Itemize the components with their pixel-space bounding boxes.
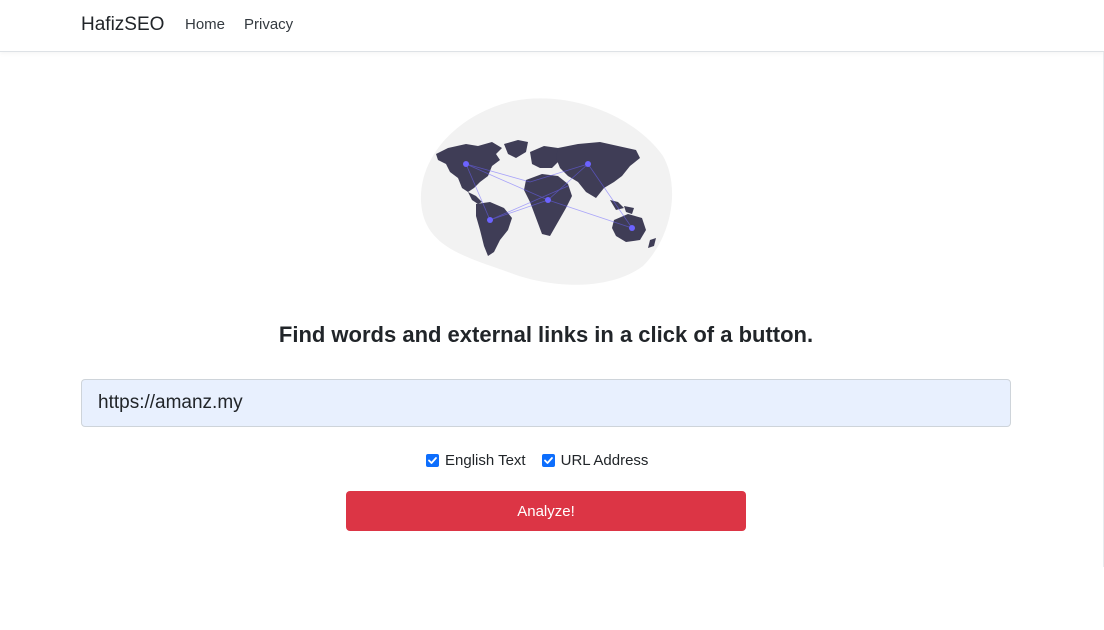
brand-link[interactable]: HafizSEO <box>81 14 164 36</box>
english-text-checkbox[interactable] <box>426 453 439 467</box>
checkmark-icon <box>428 456 437 464</box>
checkmark-icon <box>543 456 553 464</box>
option-url-address[interactable]: URL Address <box>541 452 649 469</box>
analyze-button[interactable]: Analyze! <box>346 491 746 531</box>
english-text-label[interactable]: English Text <box>445 452 526 469</box>
url-address-checkbox[interactable] <box>541 453 555 467</box>
world-map-network-icon <box>418 96 674 288</box>
analysis-options: English Text URL Address <box>426 449 664 471</box>
top-navbar: HafizSEO Home Privacy <box>0 0 1104 52</box>
url-input[interactable] <box>81 379 1011 427</box>
page-headline: Find words and external links in a click… <box>278 322 814 347</box>
nav-link-privacy[interactable]: Privacy <box>244 16 293 33</box>
url-address-label[interactable]: URL Address <box>561 452 649 469</box>
nav-link-home[interactable]: Home <box>185 16 225 33</box>
option-english-text[interactable]: English Text <box>426 452 526 469</box>
